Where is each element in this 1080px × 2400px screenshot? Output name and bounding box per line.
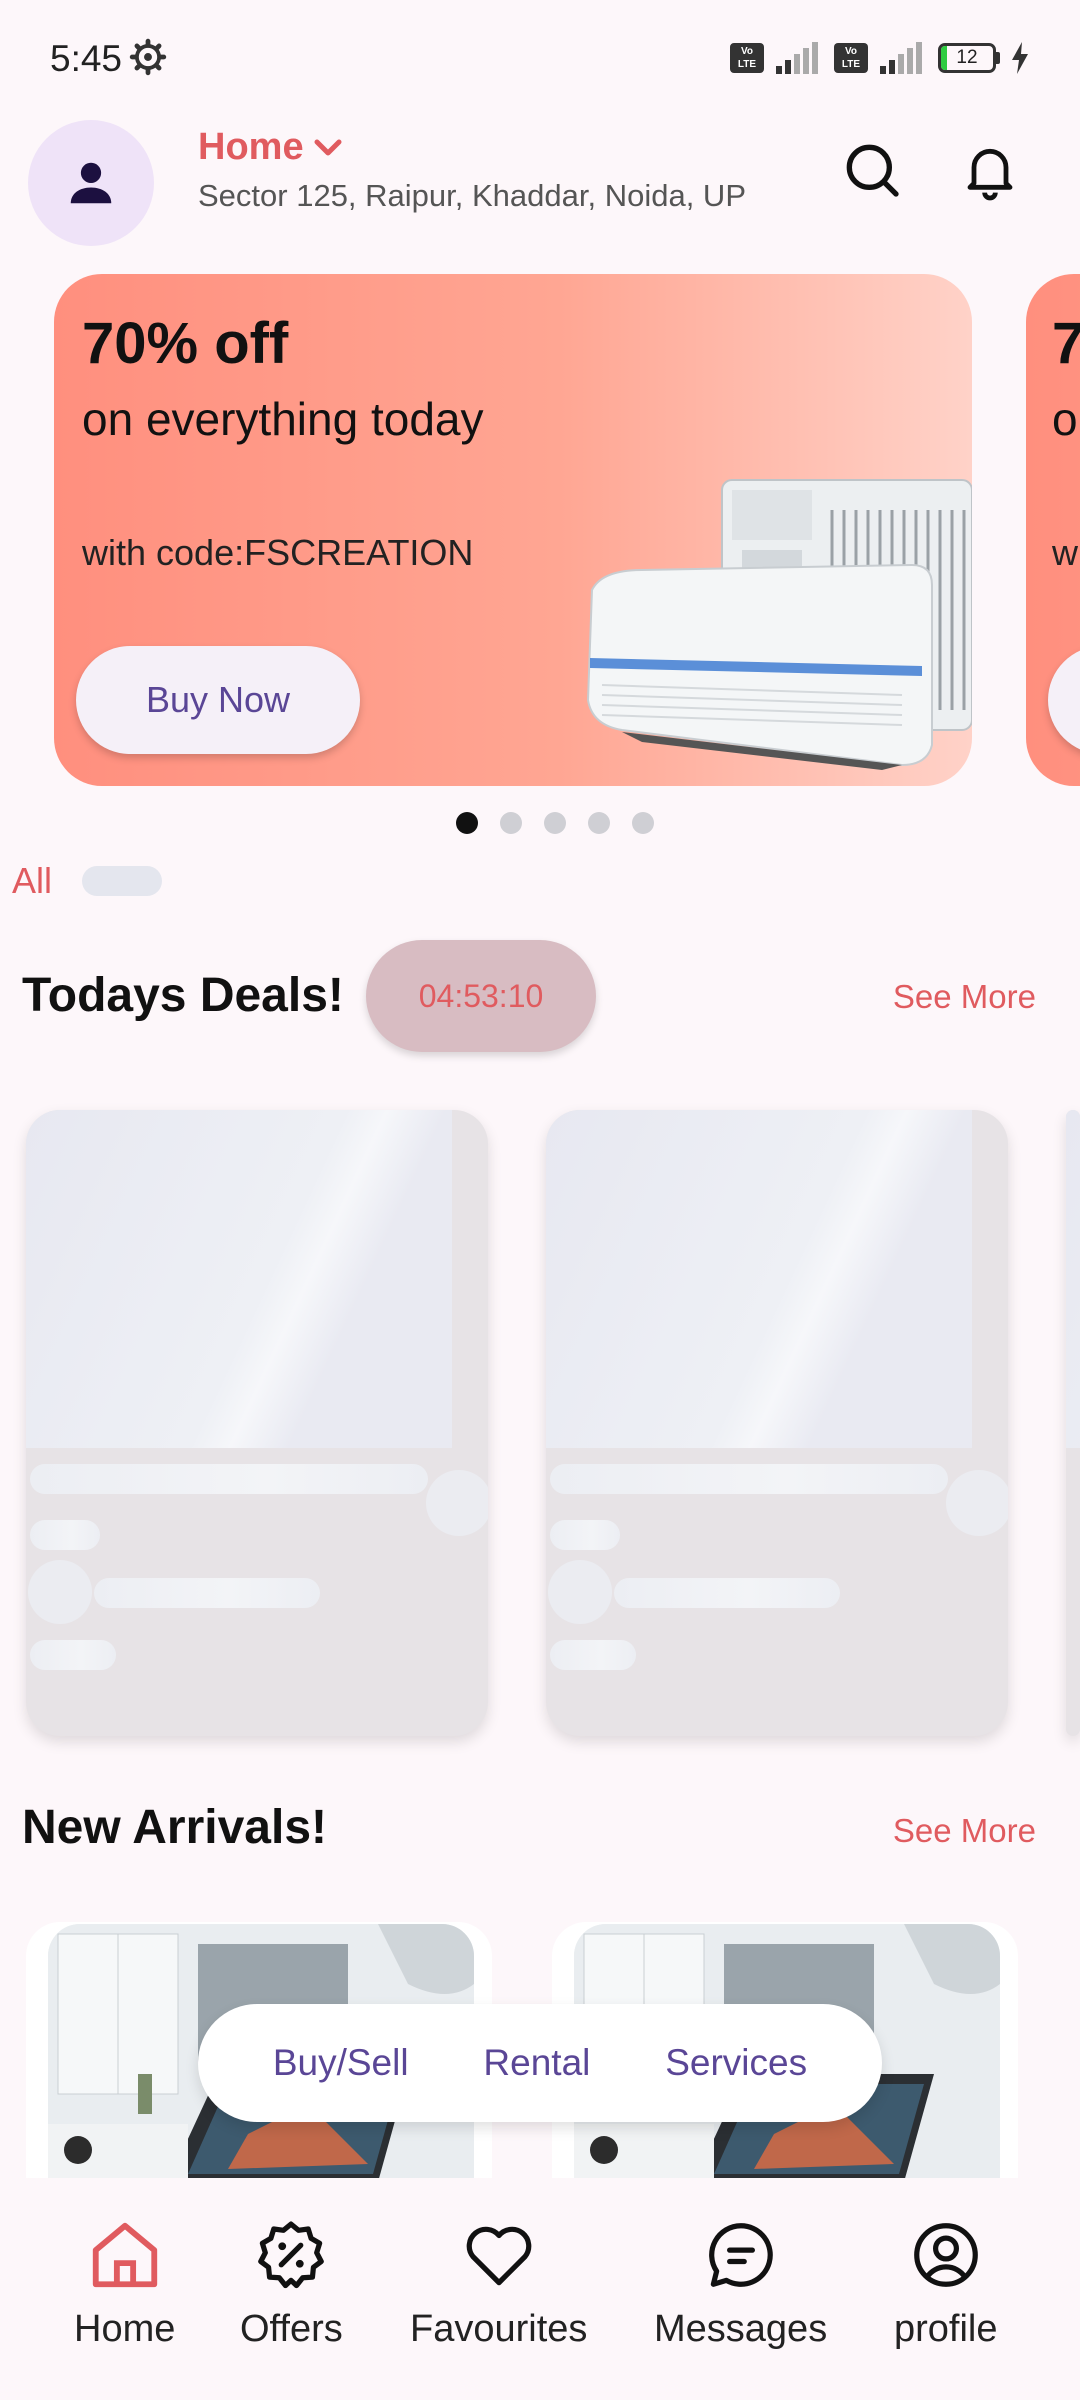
skeleton-line [550,1464,948,1494]
bottom-navigation: Home Offers Favourites Messages profile [0,2178,1080,2400]
promo-slide[interactable]: 70% off on everything today with code:FS… [54,274,972,786]
promo-subline: on everything today [82,393,484,445]
skeleton-line [94,1578,320,1608]
carousel-indicator [0,812,1080,834]
skeleton-circle [548,1560,612,1624]
notification-bell-icon[interactable] [958,138,1022,202]
avatar[interactable] [28,120,154,246]
user-icon [70,162,112,204]
skeleton-image [26,1110,452,1448]
chat-bubble-icon [708,2223,773,2287]
listing-type-tabs: Buy/Sell Rental Services [198,2004,882,2122]
signal-icon [880,42,922,74]
nav-label: Home [74,2308,176,2350]
skeleton-image [1066,1110,1080,1448]
skeleton-line [30,1464,428,1494]
new-arrivals-title: New Arrivals! [22,1801,328,1854]
profile-circle-icon [913,2223,978,2287]
carousel-dot[interactable] [632,812,654,834]
battery-level: 12 [956,47,978,68]
battery-icon: 12 [938,43,1000,73]
nav-home[interactable]: Home [74,2216,175,2351]
promo-headline: 7 [1052,311,1080,376]
volte-icon: Vo LTE [730,43,764,73]
status-bar: 5:45 Vo LTE Vo LTE 12 [0,0,1080,110]
nav-offers[interactable]: Offers [240,2216,343,2351]
skeleton-circle [946,1470,1008,1536]
nav-label: Favourites [410,2308,588,2350]
todays-deals-see-more-link[interactable]: See More [893,978,1036,1016]
promo-carousel[interactable]: 70% off on everything today with code:FS… [0,272,1080,792]
battery-fill [941,46,948,70]
status-time: 5:45 [50,38,123,79]
nav-label: Messages [654,2308,828,2350]
location-title: Home [198,126,304,168]
promo-headline: 70% off [82,311,289,376]
promo-code-text: with code:FSCREATION [82,532,474,573]
skeleton-image [546,1110,972,1448]
skeleton-line [614,1578,840,1608]
carousel-dot[interactable] [456,812,478,834]
search-icon[interactable] [840,138,904,202]
tab-buy-sell[interactable]: Buy/Sell [273,2042,409,2084]
location-address: Sector 125, Raipur, Khaddar, Noida, UP [198,178,746,213]
chevron-down-icon [314,139,342,155]
settings-gear-icon [129,38,167,76]
deal-timer: 04:53:10 [366,940,596,1052]
skeleton-line [30,1520,100,1550]
category-placeholder[interactable] [82,866,162,896]
skeleton-line [30,1640,116,1670]
skeleton-circle [28,1560,92,1624]
signal-icon [776,42,818,74]
nav-label: profile [894,2308,998,2350]
carousel-dot[interactable] [588,812,610,834]
carousel-dot[interactable] [544,812,566,834]
offer-badge-icon [258,2221,325,2289]
skeleton-line [550,1640,636,1670]
nav-messages[interactable]: Messages [654,2216,827,2351]
deal-card-skeleton[interactable] [546,1110,1008,1736]
charging-bolt-icon [1012,42,1028,74]
home-icon [92,2222,157,2288]
buy-now-button[interactable] [1048,646,1080,754]
new-arrivals-see-more-link[interactable]: See More [893,1812,1036,1850]
carousel-dot[interactable] [500,812,522,834]
promo-code-text: w [1052,532,1078,573]
nav-profile[interactable]: profile [894,2216,998,2351]
air-conditioner-image [586,479,972,770]
tab-rental[interactable]: Rental [483,2042,590,2084]
volte-icon: Vo LTE [834,43,868,73]
todays-deals-title: Todays Deals! [22,969,344,1022]
category-all[interactable]: All [12,860,52,902]
heart-icon [466,2226,531,2286]
nav-favourites[interactable]: Favourites [410,2216,587,2351]
location-selector[interactable]: Home [198,126,342,169]
skeleton-line [550,1520,620,1550]
skeleton-circle [426,1470,488,1536]
nav-label: Offers [240,2308,343,2350]
tab-services[interactable]: Services [665,2042,807,2084]
deal-card-skeleton[interactable] [26,1110,488,1736]
buy-now-button[interactable]: Buy Now [76,646,360,754]
promo-slide-next[interactable]: 7 o w [1026,274,1080,786]
deal-card-skeleton[interactable] [1066,1110,1080,1736]
promo-subline: o [1052,393,1078,445]
